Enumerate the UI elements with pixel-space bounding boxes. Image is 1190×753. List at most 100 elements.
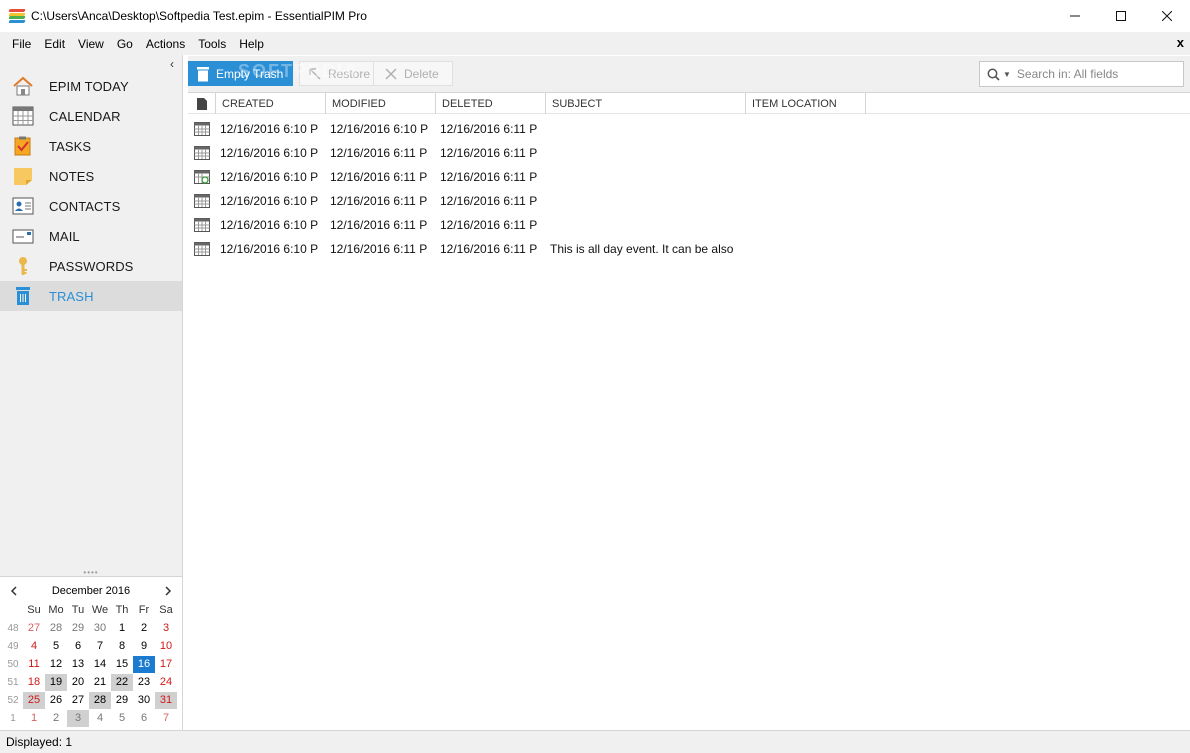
calendar-day[interactable]: 6 [133,710,155,727]
calendar-day[interactable]: 12 [45,656,67,673]
table-row[interactable]: 12/16/2016 6:10 P 12/16/2016 6:11 P 12/1… [188,165,1190,189]
document-icon [196,97,207,110]
calendar-day[interactable]: 29 [111,692,133,709]
sidebar-item-epim-today[interactable]: EPIM TODAY [0,71,182,101]
cell-subject [550,189,746,213]
search-scope-dropdown-icon[interactable]: ▼ [1003,70,1011,79]
calendar-event-icon [194,213,212,237]
menu-actions[interactable]: Actions [140,37,191,51]
calendar-day[interactable]: 1 [111,620,133,637]
calendar-day[interactable]: 7 [89,638,111,655]
calendar-day[interactable]: 20 [67,674,89,691]
menu-help[interactable]: Help [233,37,270,51]
column-header-deleted[interactable]: DELETED [436,93,546,114]
menu-go[interactable]: Go [111,37,139,51]
calendar-day[interactable]: 10 [155,638,177,655]
table-row[interactable]: 12/16/2016 6:10 P 12/16/2016 6:10 P 12/1… [188,117,1190,141]
column-header-modified[interactable]: MODIFIED [326,93,436,114]
next-month-button[interactable] [164,583,172,599]
calendar-day[interactable]: 26 [45,692,67,709]
calendar-day[interactable]: 4 [23,638,45,655]
calendar-event-icon [194,117,212,141]
calendar-day[interactable]: 1 [23,710,45,727]
calendar-day[interactable]: 6 [67,638,89,655]
calendar-day[interactable]: 14 [89,656,111,673]
menu-bar: File Edit View Go Actions Tools Help x [0,32,1190,55]
cell-created: 12/16/2016 6:10 P [220,194,319,208]
calendar-day[interactable]: 27 [23,620,45,637]
sidebar-item-mail[interactable]: MAIL [0,221,182,251]
contact-card-icon [12,196,34,216]
sidebar-item-label: TASKS [49,138,92,154]
calendar-week-row: 51 18 19 20 21 22 23 24 [3,673,177,691]
sidebar-item-tasks[interactable]: TASKS [0,131,182,161]
calendar-day[interactable]: 3 [155,620,177,637]
sidebar-item-contacts[interactable]: CONTACTS [0,191,182,221]
calendar-icon [12,106,34,126]
weekday-label: Tu [71,604,85,616]
calendar-day[interactable]: 2 [45,710,67,727]
calendar-day[interactable]: 13 [67,656,89,673]
item-type-column-header[interactable] [188,93,216,114]
column-header-item-location[interactable]: ITEM LOCATION [746,93,866,114]
calendar-day[interactable]: 28 [45,620,67,637]
sidebar-item-notes[interactable]: NOTES [0,161,182,191]
collapse-sidebar-button[interactable]: ‹ [170,57,174,71]
calendar-day[interactable]: 4 [89,710,111,727]
calendar-day[interactable]: 29 [67,620,89,637]
search-input[interactable]: ▼ Search in: All fields [979,61,1184,87]
table-row[interactable]: 12/16/2016 6:10 P 12/16/2016 6:11 P 12/1… [188,141,1190,165]
close-document-button[interactable]: x [1177,35,1184,50]
calendar-day[interactable]: 24 [155,674,177,691]
menu-tools[interactable]: Tools [192,37,232,51]
table-row[interactable]: 12/16/2016 6:10 P 12/16/2016 6:11 P 12/1… [188,213,1190,237]
minimize-button[interactable] [1052,0,1098,32]
calendar-day[interactable]: 31 [155,691,177,709]
calendar-day[interactable]: 15 [111,656,133,673]
calendar-day[interactable]: 8 [111,638,133,655]
column-header-created[interactable]: CREATED [216,93,326,114]
close-button[interactable] [1144,0,1190,32]
calendar-day[interactable]: 25 [23,691,45,709]
previous-month-button[interactable] [10,583,18,599]
maximize-button[interactable] [1098,0,1144,32]
cell-deleted: 12/16/2016 6:11 P [440,218,538,232]
calendar-event-icon [194,189,212,213]
restore-button[interactable]: Restore [299,61,374,86]
table-row[interactable]: 12/16/2016 6:10 P 12/16/2016 6:11 P 12/1… [188,189,1190,213]
empty-trash-button[interactable]: Empty Trash [188,61,293,86]
cell-modified: 12/16/2016 6:11 P [330,146,428,160]
delete-button[interactable]: Delete [374,61,453,86]
calendar-day[interactable]: 23 [133,674,155,691]
calendar-week-row: 49 4 5 6 7 8 9 10 [3,637,177,655]
sidebar-item-calendar[interactable]: CALENDAR [0,101,182,131]
calendar-day[interactable]: 30 [89,620,111,637]
calendar-day[interactable]: 5 [45,638,67,655]
menu-view[interactable]: View [72,37,110,51]
calendar-day[interactable]: 18 [23,674,45,691]
menu-file[interactable]: File [6,37,37,51]
calendar-day[interactable]: 28 [89,691,111,709]
calendar-day[interactable]: 21 [89,674,111,691]
calendar-day[interactable]: 27 [67,692,89,709]
sidebar-item-passwords[interactable]: PASSWORDS [0,251,182,281]
table-row[interactable]: 12/16/2016 6:10 P 12/16/2016 6:11 P 12/1… [188,237,1190,261]
calendar-day[interactable]: 9 [133,638,155,655]
calendar-day[interactable]: 22 [111,673,133,691]
sidebar-item-trash[interactable]: TRASH [0,281,182,311]
calendar-day-today[interactable]: 16 [133,655,155,673]
calendar-day[interactable]: 19 [45,673,67,691]
calendar-day[interactable]: 7 [155,710,177,727]
calendar-day[interactable]: 11 [23,656,45,673]
calendar-day[interactable]: 17 [155,656,177,673]
sidebar-item-label: MAIL [49,228,80,244]
envelope-icon [12,226,34,246]
grip-icon: •••• [83,568,99,577]
calendar-day[interactable]: 2 [133,620,155,637]
column-header-subject[interactable]: SUBJECT [546,93,746,114]
menu-edit[interactable]: Edit [38,37,71,51]
calendar-day[interactable]: 5 [111,710,133,727]
calendar-month-title[interactable]: December 2016 [52,585,130,597]
calendar-day[interactable]: 3 [67,709,89,727]
calendar-day[interactable]: 30 [133,692,155,709]
